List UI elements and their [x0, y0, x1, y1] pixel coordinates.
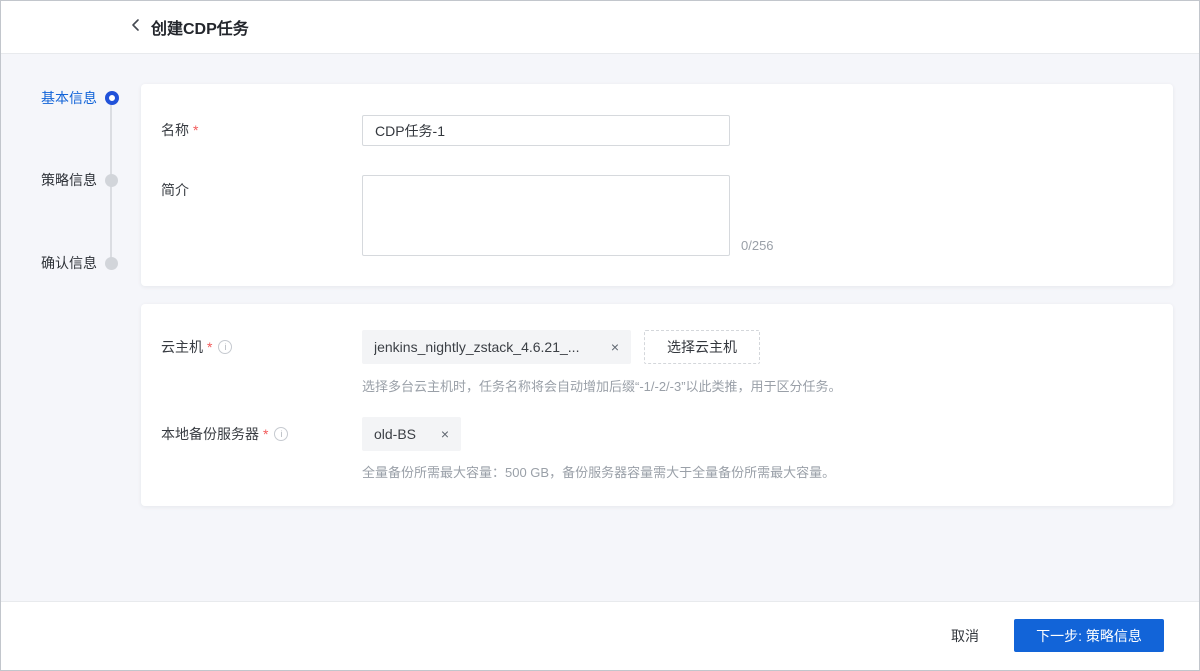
step-confirm-info[interactable]: 确认信息	[17, 253, 118, 273]
vm-field-label: 云主机 *	[161, 337, 233, 357]
name-input[interactable]	[362, 115, 730, 146]
char-counter: 0/256	[741, 238, 774, 253]
vm-tag: jenkins_nightly_zstack_4.6.21_... ×	[362, 330, 631, 364]
description-field-label: 简介	[161, 180, 189, 200]
required-asterisk: *	[207, 339, 213, 355]
remove-vm-tag-icon[interactable]: ×	[611, 340, 619, 354]
step-pending-circle-icon	[105, 173, 118, 187]
required-asterisk: *	[193, 122, 199, 138]
vm-tag-text: jenkins_nightly_zstack_4.6.21_...	[374, 339, 580, 355]
step-active-circle-icon	[105, 91, 119, 105]
step-label: 确认信息	[41, 255, 97, 271]
vm-helper-text: 选择多台云主机时，任务名称将会自动增加后缀“-1/-2/-3”以此类推，用于区分…	[362, 379, 842, 394]
remove-backup-server-tag-icon[interactable]: ×	[441, 427, 449, 441]
required-asterisk: *	[263, 426, 269, 442]
next-step-button[interactable]: 下一步: 策略信息	[1014, 619, 1164, 652]
back-chevron-icon	[130, 18, 140, 37]
step-basic-info[interactable]: 基本信息	[17, 88, 119, 108]
resource-card: 云主机 * jenkins_nightly_zstack_4.6.21_... …	[141, 304, 1173, 506]
backup-server-label-text: 本地备份服务器	[161, 426, 259, 442]
name-label-text: 名称	[161, 122, 189, 138]
create-cdp-task-page: 创建CDP任务 基本信息 策略信息 确认信息 名称 * 简介	[0, 0, 1200, 671]
step-pending-circle-icon	[105, 256, 118, 270]
footer-bar: 取消 下一步: 策略信息	[1, 601, 1199, 670]
cancel-button[interactable]: 取消	[935, 624, 995, 648]
description-label-text: 简介	[161, 182, 189, 198]
back-button[interactable]	[125, 17, 145, 37]
basic-info-card: 名称 * 简介 0/256	[141, 84, 1173, 286]
backup-server-field-label: 本地备份服务器 *	[161, 424, 289, 444]
backup-server-helper-text: 全量备份所需最大容量：500 GB，备份服务器容量需大于全量备份所需最大容量。	[362, 465, 836, 480]
name-field-label: 名称 *	[161, 120, 198, 140]
page-header: 创建CDP任务	[1, 1, 1199, 54]
backup-server-tag-text: old-BS	[374, 426, 417, 442]
select-vm-button[interactable]: 选择云主机	[644, 330, 760, 364]
backup-server-tag: old-BS ×	[362, 417, 461, 451]
step-label: 策略信息	[41, 172, 97, 188]
vm-label-text: 云主机	[161, 339, 203, 355]
step-label: 基本信息	[41, 90, 97, 106]
page-title: 创建CDP任务	[151, 21, 249, 38]
info-icon[interactable]	[274, 427, 289, 441]
description-textarea[interactable]	[362, 175, 730, 256]
info-icon[interactable]	[218, 340, 233, 354]
content-area: 基本信息 策略信息 确认信息 名称 * 简介 0/256	[1, 54, 1199, 601]
step-policy-info[interactable]: 策略信息	[17, 170, 118, 190]
